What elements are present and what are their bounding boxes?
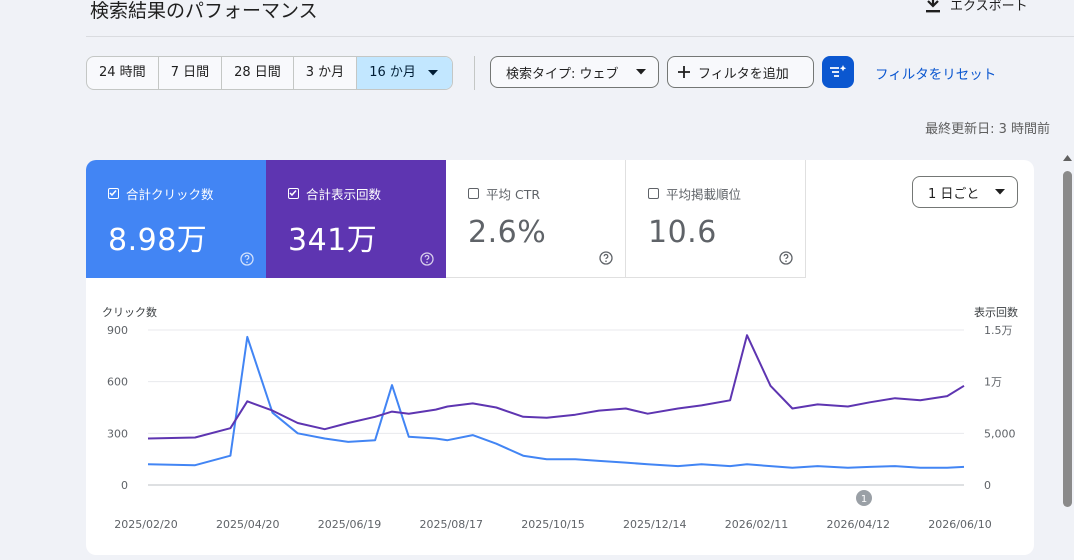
right-tick-label: 5,000 bbox=[984, 427, 1016, 440]
last-updated-text: 最終更新日: 3 時間前 bbox=[925, 122, 1050, 137]
annotation-marker[interactable]: 1 bbox=[856, 490, 872, 506]
metric-tile-ctr[interactable]: 平均 CTR 2.6% bbox=[446, 160, 626, 278]
x-tick-label: 2025/06/19 bbox=[318, 518, 381, 531]
metric-value: 10.6 bbox=[648, 215, 717, 250]
left-tick-label: 300 bbox=[107, 427, 128, 440]
plus-icon bbox=[678, 66, 690, 78]
metric-label: 合計クリック数 bbox=[126, 187, 214, 202]
metric-tile-impressions[interactable]: 合計表示回数 341万 bbox=[266, 160, 446, 278]
export-label: エクスポート bbox=[950, 0, 1028, 14]
clicks-series-line bbox=[147, 335, 965, 469]
x-tick-label: 2025/12/14 bbox=[623, 518, 686, 531]
checkbox-unchecked-icon bbox=[648, 188, 659, 199]
toolbar-divider bbox=[474, 56, 475, 90]
x-tick-label: 2026/02/11 bbox=[725, 518, 788, 531]
right-tick-label: 1万 bbox=[984, 376, 1002, 389]
impressions-series-line bbox=[147, 334, 965, 440]
x-tick-label: 2025/04/20 bbox=[216, 518, 279, 531]
help-icon[interactable] bbox=[240, 252, 254, 266]
metric-tile-position[interactable]: 平均掲載順位 10.6 bbox=[626, 160, 806, 278]
search-type-label: 検索タイプ: ウェブ bbox=[506, 66, 619, 82]
x-tick-label: 2026/06/10 bbox=[928, 518, 991, 531]
caret-down-icon bbox=[636, 69, 646, 75]
add-filter-label: フィルタを追加 bbox=[698, 66, 789, 82]
left-tick-label: 600 bbox=[107, 376, 128, 389]
range-3m-button[interactable]: 3 か月 bbox=[294, 57, 358, 89]
range-24h-button[interactable]: 24 時間 bbox=[87, 57, 159, 89]
reset-filters-link[interactable]: フィルタをリセット bbox=[875, 63, 996, 83]
help-icon[interactable] bbox=[779, 251, 793, 265]
range-16m-button[interactable]: 16 か月 bbox=[357, 57, 452, 89]
x-tick-label: 2025/02/20 bbox=[114, 518, 177, 531]
right-tick-label: 0 bbox=[984, 479, 991, 492]
download-icon bbox=[926, 0, 940, 13]
range-16m-label: 16 か月 bbox=[369, 65, 416, 80]
page-scrollbar[interactable] bbox=[1061, 155, 1074, 515]
search-type-dropdown[interactable]: 検索タイプ: ウェブ bbox=[490, 56, 659, 88]
annotation-marker-label: 1 bbox=[861, 494, 867, 505]
performance-chart: クリック数 表示回数 900 600 300 0 1.5万 1万 5,000 0 2025/… bbox=[102, 305, 1018, 531]
date-range-selector: 24 時間 7 日間 28 日間 3 か月 16 か月 bbox=[86, 56, 453, 90]
right-axis-label: 表示回数 bbox=[974, 305, 1018, 319]
export-button[interactable]: エクスポート bbox=[924, 0, 1028, 14]
metric-value: 2.6% bbox=[468, 215, 547, 250]
caret-down-icon bbox=[995, 189, 1005, 195]
range-28d-button[interactable]: 28 日間 bbox=[222, 57, 294, 89]
right-tick-label: 1.5万 bbox=[984, 324, 1013, 337]
left-axis-label: クリック数 bbox=[102, 306, 157, 319]
left-tick-label: 900 bbox=[107, 324, 128, 337]
checkbox-checked-icon bbox=[288, 188, 299, 199]
filter-sparkle-icon bbox=[830, 65, 847, 77]
metric-tile-clicks[interactable]: 合計クリック数 8.98万 bbox=[86, 160, 266, 278]
range-7d-button[interactable]: 7 日間 bbox=[159, 57, 223, 89]
metric-label: 合計表示回数 bbox=[306, 187, 382, 202]
x-tick-label: 2025/08/17 bbox=[420, 518, 483, 531]
metric-label: 平均 CTR bbox=[486, 187, 541, 202]
metric-label: 平均掲載順位 bbox=[666, 187, 742, 202]
performance-card: 合計クリック数 8.98万 合計表示回数 341万 平均 CTR 2.6% 平均… bbox=[86, 160, 1034, 555]
header-divider bbox=[86, 36, 1074, 37]
x-tick-label: 2026/04/12 bbox=[827, 518, 890, 531]
granularity-label: 1 日ごと bbox=[928, 186, 980, 202]
add-filter-button[interactable]: フィルタを追加 bbox=[667, 56, 814, 88]
help-icon[interactable] bbox=[420, 252, 434, 266]
page-title: 検索結果のパフォーマンス bbox=[90, 0, 318, 22]
left-tick-label: 0 bbox=[121, 479, 128, 492]
checkbox-unchecked-icon bbox=[468, 188, 479, 199]
checkbox-checked-icon bbox=[108, 188, 119, 199]
x-tick-label: 2025/10/15 bbox=[521, 518, 584, 531]
granularity-dropdown[interactable]: 1 日ごと bbox=[912, 176, 1018, 208]
caret-down-icon bbox=[427, 70, 438, 76]
filter-sparkle-button[interactable] bbox=[822, 56, 854, 88]
help-icon[interactable] bbox=[599, 251, 613, 265]
